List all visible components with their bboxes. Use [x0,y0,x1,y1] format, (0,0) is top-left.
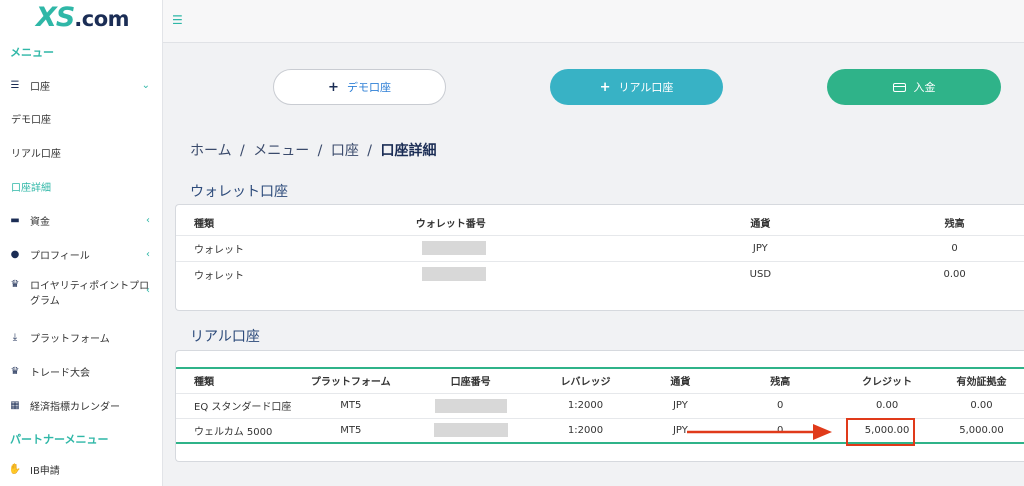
sidebar-item-real-account[interactable]: リアル口座 [0,140,163,164]
column-header: レバレッジ [535,368,636,394]
column-header: 残高 [725,368,836,394]
top-bar: ☰ [163,0,1024,43]
sidebar-item-profile[interactable]: ● プロフィール ‹ [0,242,163,266]
breadcrumb-account[interactable]: 口座 [331,143,359,159]
sidebar-item-ib-application[interactable]: ✋ IB申請 [0,457,163,481]
redacted-account-number [434,398,507,413]
sidebar-item-trade-contest[interactable]: ♛ トレード大会 [0,359,163,383]
plus-icon: + [599,79,611,95]
breadcrumb-separator: / [240,143,245,159]
chevron-left-icon: ‹ [146,214,150,226]
column-header: ウォレット番号 [325,205,636,236]
credit-card-icon [892,82,906,92]
column-header: 通貨 [635,368,726,394]
red-arrow-annotation [687,424,832,440]
sidebar-item-loyalty[interactable]: ♛ ロイヤリティポイントプログラム ‹ [0,279,163,313]
sidebar-item-demo-account[interactable]: デモ口座 [0,106,163,130]
list-icon: ☰ [10,79,20,91]
wallet-section-title: ウォレット口座 [190,184,288,200]
sidebar: XS .com メニュー ☰ 口座 ⌄ デモ口座 リアル口座 口座詳細 ▬ 資金… [0,0,163,486]
breadcrumb: ホーム / メニュー / 口座 / 口座詳細 [190,140,440,160]
column-header: プラットフォーム [295,368,406,394]
wallet-icon: ▬ [10,214,20,226]
sidebar-item-account-details[interactable]: 口座詳細 [0,174,163,198]
red-highlight-box [846,418,915,446]
column-header: クレジット [835,368,940,394]
deposit-button[interactable]: 入金 [827,69,1001,105]
breadcrumb-separator: / [367,143,373,159]
trophy-icon: ♛ [10,365,20,377]
real-section-title: リアル口座 [190,329,260,345]
column-header: 口座番号 [405,368,536,394]
handshake-icon: ✋ [8,463,22,475]
wallet-table-card: 種類 ウォレット番号 通貨 残高 ウォレット JPY 0 ウォレット USD 0… [175,204,1024,311]
menu-section-title: メニュー [10,46,54,59]
trophy-icon: ♛ [10,279,20,290]
redacted-wallet-number [421,241,486,255]
redacted-wallet-number [421,267,486,282]
breadcrumb-menu[interactable]: メニュー [253,143,309,159]
download-icon: ⤓ [12,331,18,343]
plus-icon: + [328,79,339,95]
column-header: 通貨 [635,205,886,236]
menu-toggle-icon[interactable]: ☰ [172,13,183,27]
sidebar-item-funds[interactable]: ▬ 資金 ‹ [0,208,163,232]
column-header: 種類 [176,205,326,236]
column-header: 種類 [176,368,296,394]
redacted-account-number [433,423,508,438]
partner-section-title: パートナーメニュー [10,433,109,446]
table-row: ウォレット USD 0.00 [194,267,966,282]
breadcrumb-separator: / [317,143,323,159]
chevron-left-icon: ‹ [146,248,150,260]
breadcrumb-current: 口座詳細 [380,143,437,159]
column-header: 残高 [885,205,1024,236]
add-real-account-button[interactable]: + リアル口座 [550,69,723,105]
chevron-down-icon: ⌄ [141,79,150,91]
column-header: 有効証拠金 [939,368,1024,394]
table-row: EQ スタンダード口座 MT5 1:2000 JPY 0 0.00 0.00 [176,393,1024,419]
wallet-table: 種類 ウォレット番号 通貨 残高 ウォレット JPY 0 ウォレット USD 0… [176,205,1024,287]
table-row: ウォレット JPY 0 [176,235,1024,262]
chevron-left-icon: ‹ [146,285,150,296]
sidebar-item-account[interactable]: ☰ 口座 ⌄ [0,73,163,97]
xs-logo[interactable]: XS .com [36,2,130,33]
sidebar-item-economic-calendar[interactable]: ▦ 経済指標カレンダー [0,393,163,417]
user-icon: ● [10,248,20,260]
add-demo-account-button[interactable]: + デモ口座 [273,69,446,105]
sidebar-item-platform[interactable]: ⤓ プラットフォーム [0,325,163,349]
breadcrumb-home[interactable]: ホーム [190,143,232,159]
calendar-icon: ▦ [10,399,20,411]
